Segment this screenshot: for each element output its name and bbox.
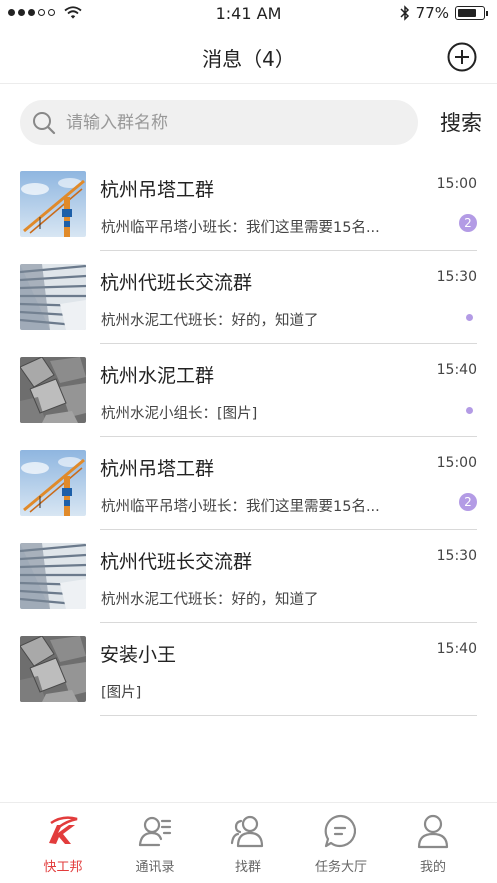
nav-bar: 消息（4） (0, 30, 497, 84)
group-avatar (20, 171, 86, 237)
search-button[interactable]: 搜索 (440, 107, 482, 137)
kuaigongbang-logo-icon (45, 813, 81, 849)
message-list: 杭州吊塔工群 15:00 杭州临平吊塔小班长：我们这里需要15名... 2 杭州代班长交… (0, 158, 497, 716)
message-list-item[interactable]: 杭州吊塔工群 15:00 杭州临平吊塔小班长：我们这里需要15名... 2 (0, 437, 497, 530)
message-preview: [图片] (101, 685, 142, 701)
message-name: 杭州代班长交流群 (100, 551, 253, 573)
message-name: 杭州吊塔工群 (100, 458, 215, 480)
message-time: 15:00 (436, 455, 477, 471)
message-time: 15:30 (436, 269, 477, 285)
person-icon (415, 813, 451, 849)
bluetooth-icon (400, 5, 409, 21)
message-name: 杭州水泥工群 (100, 365, 215, 387)
search-icon (33, 112, 56, 135)
message-list-item[interactable]: 杭州水泥工群 15:40 杭州水泥小组长：[图片] (0, 344, 497, 437)
message-name: 杭州吊塔工群 (100, 179, 215, 201)
unread-dot (466, 407, 473, 414)
tab-label: 任务大厅 (314, 860, 367, 875)
message-preview: 杭州临平吊塔小班长：我们这里需要15名... (101, 220, 380, 236)
plus-circle-icon[interactable] (447, 42, 477, 72)
message-time: 15:40 (436, 362, 477, 378)
message-time: 15:00 (436, 176, 477, 192)
tab-chat-bubble[interactable]: 任务大厅 (296, 803, 386, 883)
page-title: 消息（4） (202, 47, 295, 71)
tab-kuaigongbang-logo[interactable]: 快工邦 (18, 803, 108, 883)
message-list-item[interactable]: 杭州代班长交流群 15:30 杭州水泥工代班长：好的，知道了 (0, 530, 497, 623)
group-avatar (20, 357, 86, 423)
contacts-icon (137, 813, 173, 849)
search-input[interactable] (66, 109, 396, 136)
tab-contacts[interactable]: 通讯录 (110, 803, 200, 883)
search-row: 搜索 (20, 100, 482, 145)
message-preview: 杭州水泥工代班长：好的，知道了 (101, 592, 319, 608)
divider (100, 715, 477, 716)
tab-bar: 快工邦 通讯录 找群 任务大厅 我的 (0, 802, 497, 883)
message-name: 安装小王 (100, 644, 177, 666)
message-preview: 杭州临平吊塔小班长：我们这里需要15名... (101, 499, 380, 515)
message-list-item[interactable]: 杭州代班长交流群 15:30 杭州水泥工代班长：好的，知道了 (0, 251, 497, 344)
message-name: 杭州代班长交流群 (100, 272, 253, 294)
message-list-item[interactable]: 杭州吊塔工群 15:00 杭州临平吊塔小班长：我们这里需要15名... 2 (0, 158, 497, 251)
tab-person[interactable]: 我的 (388, 803, 478, 883)
tab-label: 我的 (419, 860, 446, 875)
tab-label: 快工邦 (43, 860, 83, 875)
chat-bubble-icon (323, 813, 359, 849)
unread-badge: 2 (459, 214, 477, 232)
group-avatar (20, 636, 86, 702)
unread-badge: 2 (459, 493, 477, 511)
tab-label: 找群 (234, 860, 261, 875)
battery-percent: 77% (415, 4, 449, 22)
message-preview: 杭州水泥小组长：[图片] (101, 406, 258, 422)
group-avatar (20, 264, 86, 330)
message-preview: 杭州水泥工代班长：好的，知道了 (101, 313, 319, 329)
group-icon (230, 813, 266, 849)
tab-group[interactable]: 找群 (203, 803, 293, 883)
battery-icon (455, 6, 488, 20)
search-box[interactable] (20, 100, 418, 145)
group-avatar (20, 450, 86, 516)
tab-label: 通讯录 (135, 860, 175, 875)
unread-dot (466, 314, 473, 321)
message-list-item[interactable]: 安装小王 15:40 [图片] (0, 623, 497, 716)
group-avatar (20, 543, 86, 609)
message-time: 15:30 (436, 548, 477, 564)
status-bar: 1:41 AM 77% (0, 0, 497, 30)
message-time: 15:40 (436, 641, 477, 657)
